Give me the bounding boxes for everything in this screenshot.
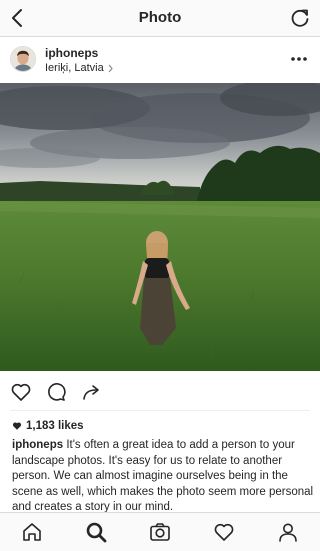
- refresh-icon[interactable]: [288, 6, 312, 30]
- landscape-photo-image: [0, 83, 320, 371]
- profile-icon[interactable]: [276, 520, 300, 544]
- post-photo[interactable]: [0, 83, 320, 371]
- comment-icon[interactable]: [44, 380, 68, 404]
- avatar[interactable]: [10, 46, 36, 72]
- post-actions: [0, 371, 320, 411]
- share-icon[interactable]: [80, 380, 104, 404]
- divider: [10, 410, 310, 411]
- page-title: Photo: [138, 9, 182, 26]
- post-caption: iphoneps It's often a great idea to add …: [12, 438, 314, 516]
- avatar-image: [11, 47, 35, 71]
- location-label: Ieriķi, Latvia: [45, 62, 104, 74]
- post-location[interactable]: Ieriķi, Latvia: [45, 62, 114, 74]
- likes-count[interactable]: 1,183 likes: [12, 420, 84, 432]
- bottom-tab-bar: [0, 512, 320, 551]
- chevron-right-icon: [108, 64, 113, 72]
- caption-username[interactable]: iphoneps: [12, 439, 63, 451]
- post-username[interactable]: iphoneps: [45, 46, 98, 60]
- top-nav-bar: Photo: [0, 0, 320, 37]
- home-icon[interactable]: [20, 520, 44, 544]
- heart-icon[interactable]: [9, 380, 33, 404]
- activity-heart-icon[interactable]: [212, 520, 236, 544]
- likes-label: 1,183 likes: [26, 420, 84, 432]
- filled-heart-icon: [12, 422, 22, 430]
- search-icon[interactable]: [84, 520, 108, 544]
- more-dots-icon[interactable]: [288, 50, 310, 68]
- camera-icon[interactable]: [148, 520, 172, 544]
- post-header: iphoneps Ieriķi, Latvia: [0, 37, 320, 83]
